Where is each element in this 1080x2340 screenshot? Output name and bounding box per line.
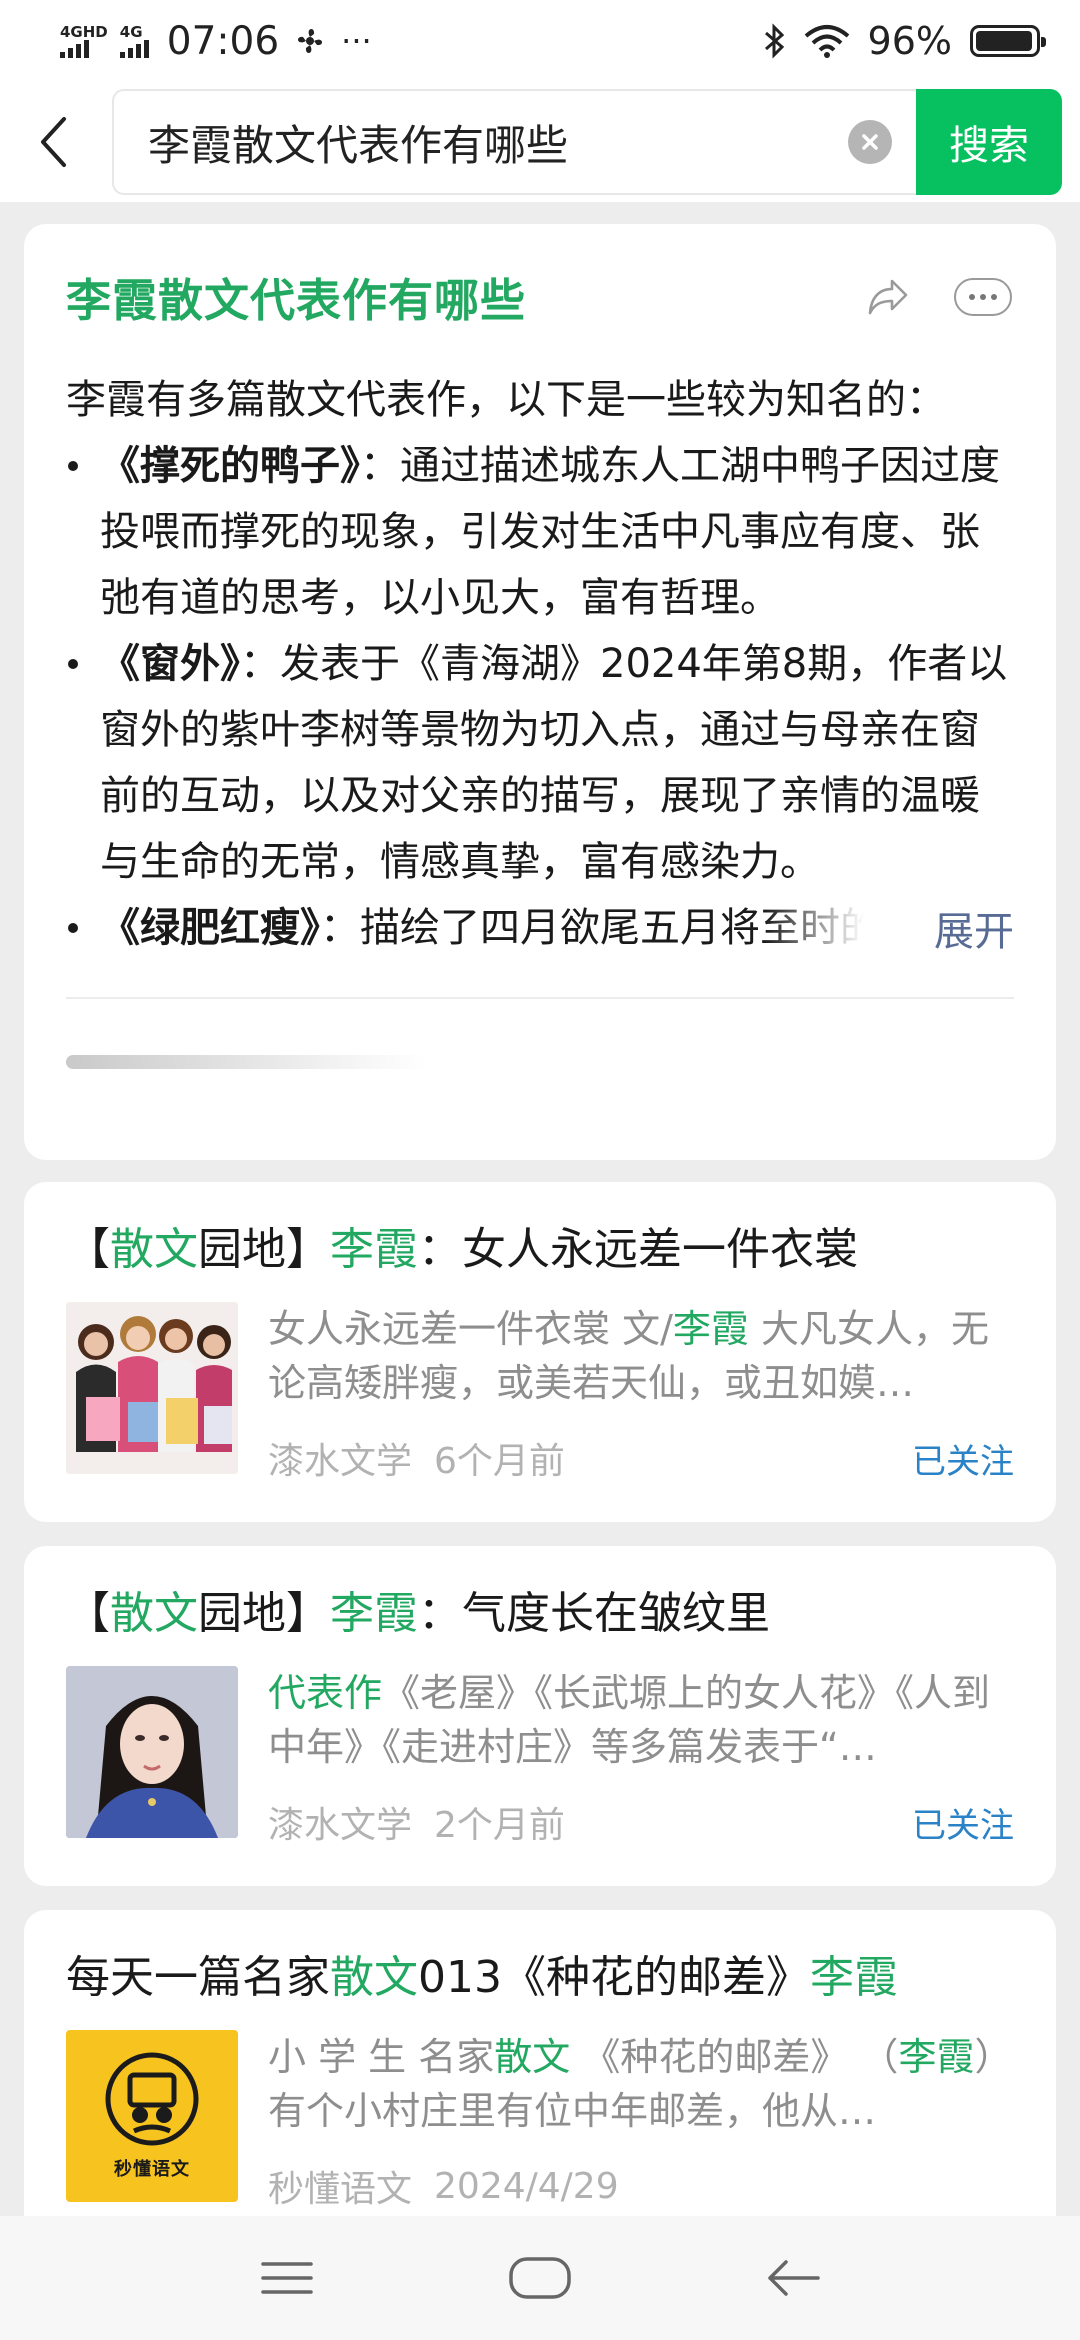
fan-icon	[298, 28, 323, 54]
chevron-left-icon	[41, 117, 66, 167]
loading-placeholder	[66, 1055, 426, 1069]
highlight-term: 散文	[330, 1952, 418, 2003]
network-label-2: 4G	[119, 23, 143, 41]
result-snippet: 女人永远差一件衣裳 文/李霞 大凡女人，无论高矮胖瘦，或美若天仙，或丑如嫫…	[268, 1302, 1014, 1410]
reading-logo-icon	[105, 2052, 199, 2146]
ai-answer-card: 李霞散文代表作有哪些 李霞有多篇散文代表作，以下是一些较为知名的： 《撑死的鸭子…	[24, 224, 1056, 1160]
highlight-term: 李霞	[809, 1952, 898, 2003]
result-title[interactable]: 每天一篇名家散文013《种花的邮差》李霞	[66, 1948, 1014, 2008]
battery-percent: 96%	[867, 19, 952, 63]
result-source[interactable]: 漆水文学	[268, 1796, 412, 1848]
search-query-text[interactable]: 李霞散文代表作有哪些	[148, 112, 848, 173]
result-thumbnail	[66, 1666, 238, 1838]
wifi-icon	[804, 25, 849, 58]
clear-button[interactable]	[848, 120, 892, 164]
network-indicators: 4GHD 4G	[60, 24, 149, 58]
back-icon	[768, 2260, 821, 2296]
result-snippet: 代表作《老屋》《长武塬上的女人花》《人到中年》《走进村庄》等多篇发表于“…	[268, 1666, 1014, 1774]
result-source[interactable]: 漆水文学	[268, 1432, 412, 1484]
search-button[interactable]: 搜索	[916, 89, 1062, 195]
system-navigation-bar	[0, 2216, 1080, 2340]
search-input[interactable]: 李霞散文代表作有哪些	[112, 89, 916, 195]
result-title[interactable]: 【散文园地】李霞：女人永远差一件衣裳	[66, 1220, 1014, 1280]
battery-fill	[976, 31, 1032, 51]
ai-answer-list: 《撑死的鸭子》：通过描述城东人工湖中鸭子因过度投喂而撑死的现象，引发对生活中凡事…	[66, 433, 1014, 961]
followed-badge[interactable]: 已关注	[912, 1798, 1014, 1847]
text-segment: 每天一篇名家	[66, 1952, 330, 2003]
followed-badge[interactable]: 已关注	[912, 1434, 1014, 1483]
system-back-button[interactable]	[748, 2243, 838, 2313]
work-title: 《窗外》	[100, 641, 240, 687]
battery-icon	[970, 25, 1046, 57]
menu-button[interactable]	[242, 2243, 332, 2313]
text-segment: 女人永远差一件衣裳 文/	[268, 1307, 673, 1351]
search-result-card[interactable]: 【散文园地】李霞：女人永远差一件衣裳 女人永远差一件衣裳 文/李霞 大凡女人，无…	[24, 1182, 1056, 1522]
home-icon	[509, 2257, 571, 2299]
status-more: ···	[341, 22, 372, 60]
result-date: 2024/4/29	[434, 2165, 619, 2207]
more-icon[interactable]	[954, 277, 1012, 316]
result-thumbnail: 秒懂语文	[66, 2030, 238, 2202]
work-title: 《撑死的鸭子》	[100, 443, 360, 489]
text-segment: 013《种花的邮差》	[418, 1952, 810, 2003]
text-segment: 小 学 生 名家	[268, 2035, 495, 2079]
text-segment: 《种花的邮差》 （	[570, 2035, 899, 2079]
signal-icon	[119, 40, 149, 58]
share-icon[interactable]	[866, 277, 910, 317]
list-item: 《撑死的鸭子》：通过描述城东人工湖中鸭子因过度投喂而撑死的现象，引发对生活中凡事…	[66, 433, 1014, 631]
text-segment: ：女人永远差一件衣裳	[418, 1224, 858, 1275]
bluetooth-icon	[764, 23, 784, 59]
work-title: 《绿肥红瘦》	[100, 905, 320, 951]
result-source[interactable]: 秒懂语文	[268, 2160, 412, 2212]
ai-answer-title: 李霞散文代表作有哪些	[66, 274, 527, 327]
divider	[66, 997, 1014, 999]
highlight-term: 代表作	[268, 1671, 383, 1715]
highlight-term: 散文	[110, 1224, 198, 1275]
list-item: 《窗外》：发表于《青海湖》2024年第8期，作者以窗外的紫叶李树等景物为切入点，…	[66, 631, 1014, 895]
search-header: 李霞散文代表作有哪些 搜索	[0, 82, 1080, 202]
home-button[interactable]	[495, 2243, 585, 2313]
search-result-card[interactable]: 【散文园地】李霞：气度长在皱纹里 代表作《老屋》《长武塬上的女人花》《人到中年》…	[24, 1546, 1056, 1886]
menu-icon	[260, 2262, 313, 2294]
highlight-term: 散文	[110, 1588, 198, 1639]
text-segment: 【	[66, 1224, 110, 1275]
text-segment: ：气度长在皱纹里	[418, 1588, 770, 1639]
back-button[interactable]	[28, 107, 78, 177]
result-title[interactable]: 【散文园地】李霞：气度长在皱纹里	[66, 1584, 1014, 1644]
logo-text: 秒懂语文	[114, 2159, 190, 2180]
text-segment: 园地】	[198, 1224, 330, 1275]
result-date: 6个月前	[434, 1441, 565, 1482]
portrait-image	[66, 1666, 238, 1838]
ai-answer-intro: 李霞有多篇散文代表作，以下是一些较为知名的：	[66, 377, 946, 423]
result-snippet: 小 学 生 名家散文 《种花的邮差》 （李霞）有个小村庄里有位中年邮差，他从…	[268, 2030, 1014, 2138]
highlight-term: 李霞	[898, 2035, 975, 2079]
status-bar: 4GHD 4G 07:06 ··· 96%	[0, 0, 1080, 82]
expand-link[interactable]: 展开	[934, 899, 1014, 957]
highlight-term: 李霞	[330, 1588, 418, 1639]
text-segment: 园地】	[198, 1588, 330, 1639]
result-date: 2个月前	[434, 1805, 565, 1846]
shopping-women-image	[66, 1302, 238, 1474]
signal-icon	[60, 40, 89, 58]
status-time: 07:06	[166, 18, 280, 64]
highlight-term: 李霞	[330, 1224, 418, 1275]
highlight-term: 散文	[494, 2035, 571, 2079]
highlight-term: 李霞	[672, 1307, 749, 1351]
result-thumbnail	[66, 1302, 238, 1474]
text-segment: 【	[66, 1588, 110, 1639]
network-label-1: 4GHD	[60, 23, 108, 41]
close-icon	[862, 134, 878, 150]
